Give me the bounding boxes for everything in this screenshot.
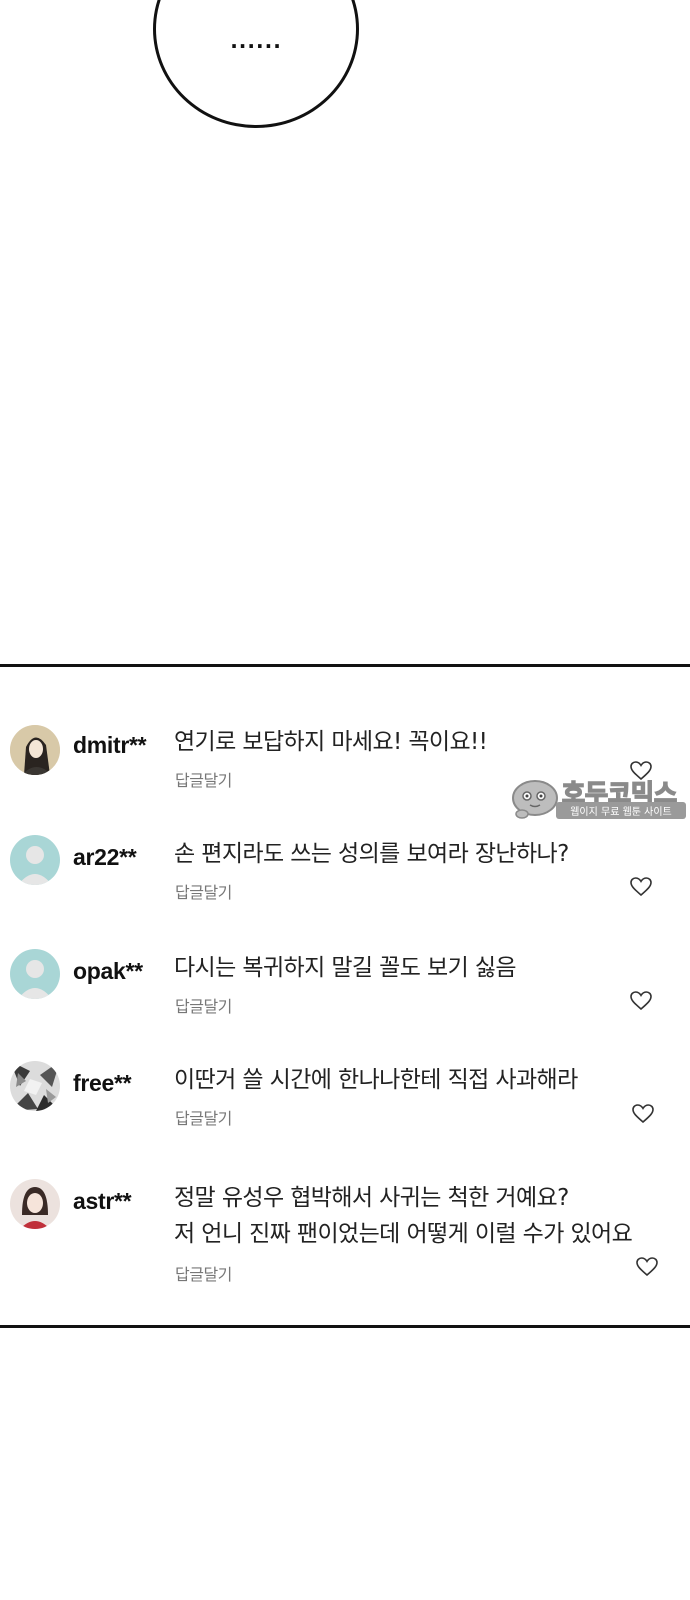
user-avatar[interactable] [10, 1179, 60, 1229]
watermark-subtitle: 웹이지 무료 웹툰 사이트 [556, 802, 686, 819]
reply-button[interactable]: 답글달기 [175, 767, 232, 791]
comment-text: 손 편지라도 쓰는 성의를 보여라 장난하나? [174, 841, 569, 867]
like-heart-icon[interactable] [630, 991, 652, 1011]
default-avatar-icon [10, 949, 60, 999]
default-avatar-icon [10, 835, 60, 885]
like-heart-icon[interactable] [630, 877, 652, 897]
comment-username[interactable]: free** [73, 1070, 132, 1097]
like-heart-icon[interactable] [636, 1257, 658, 1277]
comment-text: 저 언니 진짜 팬이었는데 어떻게 이럴 수가 있어요 [174, 1221, 633, 1247]
site-watermark: 호두코믹스 웹이지 무료 웹툰 사이트 [510, 774, 688, 824]
comment-username[interactable]: dmitr** [73, 732, 147, 759]
user-avatar[interactable] [10, 1061, 60, 1111]
user-avatar[interactable] [10, 949, 60, 999]
abstract-pattern-avatar-icon [10, 1061, 60, 1111]
comment-text: 정말 유성우 협박해서 사귀는 척한 거예요? [174, 1185, 569, 1211]
portrait-avatar-icon [10, 725, 60, 775]
comment-text: 다시는 복귀하지 말길 꼴도 보기 싫음 [174, 955, 517, 981]
comment-username[interactable]: astr** [73, 1188, 132, 1215]
reply-button[interactable]: 답글달기 [175, 1261, 232, 1285]
comment-username[interactable]: ar22** [73, 844, 137, 871]
like-heart-icon[interactable] [632, 1104, 654, 1124]
comment-username[interactable]: opak** [73, 958, 143, 985]
comments-panel: dmitr** 연기로 보답하지 마세요! 꼭이요!! 답글달기 ar22** … [0, 664, 690, 1328]
user-avatar[interactable] [10, 725, 60, 775]
speech-bubble: ...... [153, 0, 359, 128]
reply-button[interactable]: 답글달기 [175, 993, 232, 1017]
reply-button[interactable]: 답글달기 [175, 879, 232, 903]
comment-text: 연기로 보답하지 마세요! 꼭이요!! [174, 729, 488, 755]
reply-button[interactable]: 답글달기 [175, 1105, 232, 1129]
walnut-mascot-icon [512, 780, 558, 819]
user-avatar[interactable] [10, 835, 60, 885]
portrait-avatar-icon [10, 1179, 60, 1229]
speech-bubble-text: ...... [230, 29, 282, 53]
comment-text: 이딴거 쓸 시간에 한나나한테 직접 사과해라 [174, 1067, 578, 1093]
